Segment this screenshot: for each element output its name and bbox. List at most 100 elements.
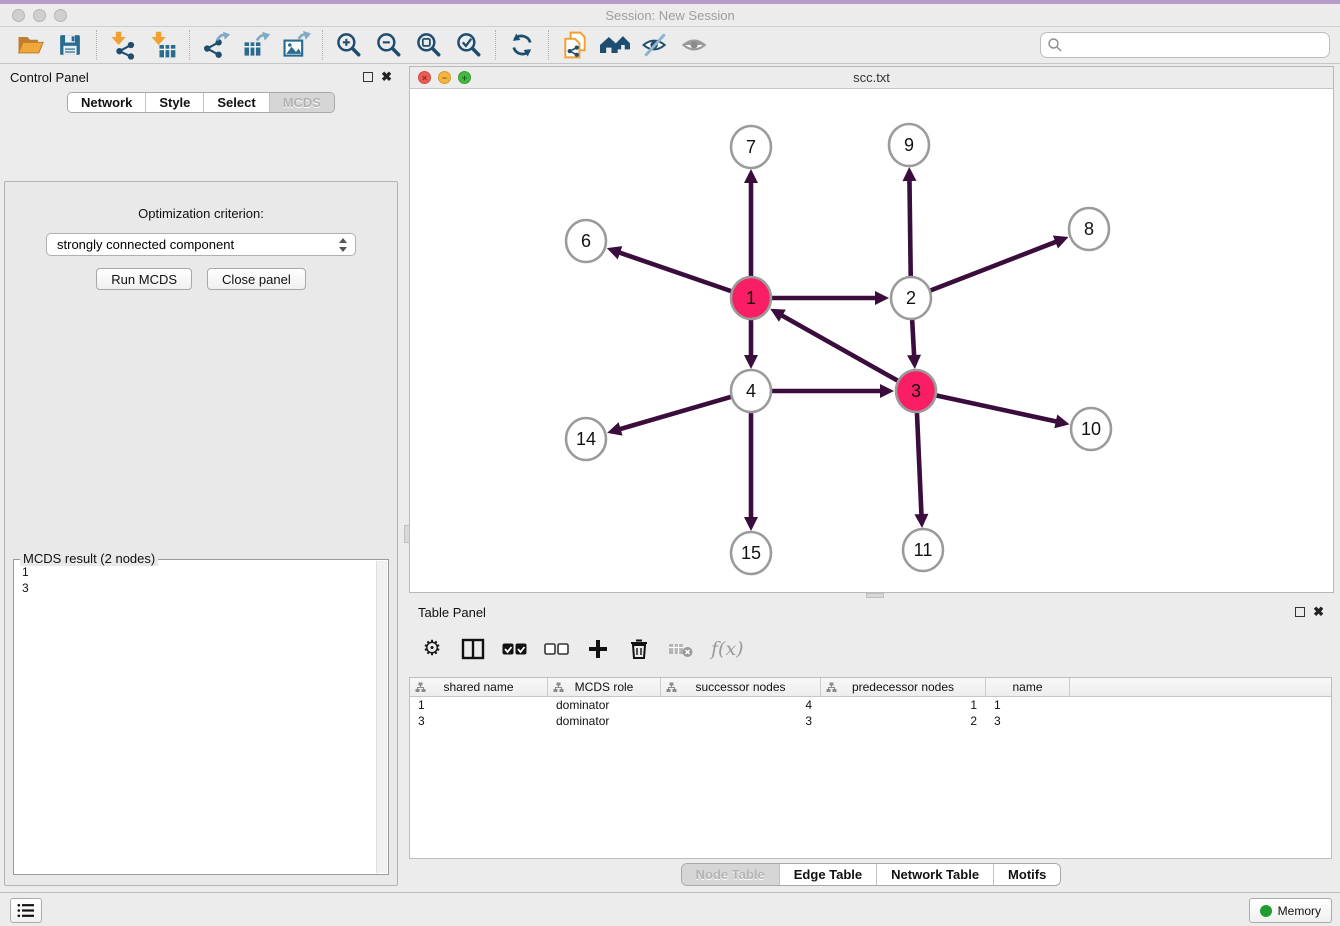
table-row[interactable]: 3dominator323 bbox=[410, 713, 1331, 729]
table-cell[interactable]: dominator bbox=[548, 697, 661, 713]
network-close-button[interactable]: × bbox=[418, 71, 431, 84]
close-panel-icon[interactable]: ✖ bbox=[1313, 607, 1324, 617]
open-session-icon[interactable] bbox=[10, 29, 50, 61]
graph-edge-2-8[interactable] bbox=[928, 241, 1058, 292]
table-cell[interactable]: 2 bbox=[821, 713, 986, 729]
column-header-MCDS-role[interactable]: MCDS role bbox=[548, 678, 661, 696]
graph-edge-arrow bbox=[744, 355, 758, 369]
window-accent-strip bbox=[0, 0, 1340, 4]
table-cell[interactable]: dominator bbox=[548, 713, 661, 729]
search-input[interactable] bbox=[1040, 32, 1330, 58]
table-toolbar: ⚙ bbox=[420, 631, 744, 667]
zoom-fit-icon[interactable] bbox=[409, 29, 449, 61]
save-session-icon[interactable] bbox=[50, 29, 90, 61]
status-bar: Memory bbox=[0, 892, 1340, 926]
export-image-icon[interactable] bbox=[276, 29, 316, 61]
criterion-dropdown-value: strongly connected component bbox=[57, 237, 234, 252]
float-panel-icon[interactable] bbox=[363, 72, 373, 82]
graph-edge-arrow bbox=[1054, 415, 1069, 429]
run-mcds-button[interactable]: Run MCDS bbox=[96, 268, 192, 290]
graph-edge-2-3[interactable] bbox=[912, 316, 914, 358]
zoom-selected-icon[interactable] bbox=[449, 29, 489, 61]
task-history-button[interactable] bbox=[10, 898, 42, 923]
refresh-view-icon[interactable] bbox=[502, 29, 542, 61]
graph-edge-4-14[interactable] bbox=[618, 396, 734, 430]
column-header-successor-nodes[interactable]: successor nodes bbox=[661, 678, 821, 696]
network-minimize-button[interactable]: − bbox=[438, 71, 451, 84]
column-visibility-icon[interactable] bbox=[461, 638, 485, 660]
graph-edge-1-6[interactable] bbox=[617, 252, 734, 292]
table-options-icon[interactable]: ⚙ bbox=[420, 638, 444, 660]
graph-edge-arrow bbox=[902, 167, 916, 181]
graph-node-label: 15 bbox=[741, 543, 761, 563]
table-cell[interactable]: 3 bbox=[410, 713, 548, 729]
tab-mcds[interactable]: MCDS bbox=[269, 93, 334, 112]
table-cell[interactable]: 1 bbox=[410, 697, 548, 713]
network-window-titlebar: × − + scc.txt bbox=[410, 67, 1333, 89]
float-panel-icon[interactable] bbox=[1295, 607, 1305, 617]
network-view-window: × − + scc.txt 7968124314101511 bbox=[409, 66, 1334, 593]
graph-edge-3-10[interactable] bbox=[934, 395, 1059, 422]
import-table-icon[interactable] bbox=[143, 29, 183, 61]
delete-table-icon bbox=[668, 640, 694, 658]
graph-edge-3-11[interactable] bbox=[917, 409, 922, 517]
column-header-shared-name[interactable]: shared name bbox=[410, 678, 548, 696]
table-cell[interactable]: 3 bbox=[661, 713, 821, 729]
tab-node-table[interactable]: Node Table bbox=[682, 864, 779, 885]
graph-edge-2-9[interactable] bbox=[909, 178, 910, 280]
window-titlebar: Session: New Session bbox=[0, 0, 1340, 27]
search-field-wrap bbox=[1040, 32, 1330, 58]
memory-status-icon bbox=[1260, 905, 1272, 917]
tab-style[interactable]: Style bbox=[145, 93, 203, 112]
memory-button[interactable]: Memory bbox=[1249, 898, 1332, 923]
zoom-in-icon[interactable] bbox=[329, 29, 369, 61]
toolbar-separator bbox=[322, 30, 323, 60]
function-builder-icon: f(x) bbox=[711, 638, 744, 660]
mcds-result-text: 1 3 bbox=[16, 564, 374, 872]
clone-network-icon[interactable] bbox=[555, 29, 595, 61]
criterion-dropdown[interactable]: strongly connected component bbox=[46, 233, 356, 256]
mcds-result-group: MCDS result (2 nodes) 1 3 bbox=[13, 559, 389, 875]
table-cell[interactable]: 1 bbox=[986, 697, 1070, 713]
control-panel: Control Panel ✖ NetworkStyleSelectMCDS O… bbox=[0, 64, 402, 892]
add-column-icon[interactable] bbox=[586, 639, 610, 659]
dropdown-stepper-icon bbox=[338, 237, 348, 253]
network-window-title: scc.txt bbox=[410, 67, 1333, 88]
hide-selected-icon[interactable] bbox=[635, 29, 675, 61]
show-all-icon[interactable] bbox=[675, 29, 715, 61]
close-panel-icon[interactable]: ✖ bbox=[381, 72, 392, 82]
home-layout-icon[interactable] bbox=[595, 29, 635, 61]
graph-edge-arrow bbox=[914, 514, 928, 528]
graph-node-label: 9 bbox=[904, 135, 914, 155]
network-canvas[interactable]: 7968124314101511 bbox=[410, 89, 1333, 592]
tab-select[interactable]: Select bbox=[203, 93, 268, 112]
network-maximize-button[interactable]: + bbox=[458, 71, 471, 84]
table-row[interactable]: 1dominator411 bbox=[410, 697, 1331, 713]
select-all-rows-icon[interactable] bbox=[502, 642, 527, 656]
tab-network-table[interactable]: Network Table bbox=[876, 864, 993, 885]
tab-motifs[interactable]: Motifs bbox=[993, 864, 1060, 885]
graph-edge-3-1[interactable] bbox=[780, 314, 901, 382]
export-table-icon[interactable] bbox=[236, 29, 276, 61]
pane-divider-handle[interactable] bbox=[404, 525, 410, 543]
table-cell[interactable]: 3 bbox=[986, 713, 1070, 729]
tab-network[interactable]: Network bbox=[68, 93, 145, 112]
graph-edge-arrow bbox=[907, 355, 921, 369]
table-cell[interactable]: 1 bbox=[821, 697, 986, 713]
main-area: Control Panel ✖ NetworkStyleSelectMCDS O… bbox=[0, 64, 1340, 892]
zoom-out-icon[interactable] bbox=[369, 29, 409, 61]
network-graph: 7968124314101511 bbox=[410, 89, 1333, 592]
close-panel-button[interactable]: Close panel bbox=[207, 268, 306, 290]
graph-edge-arrow bbox=[744, 517, 758, 531]
deselect-all-rows-icon[interactable] bbox=[544, 642, 569, 656]
tab-edge-table[interactable]: Edge Table bbox=[779, 864, 876, 885]
result-scrollbar[interactable] bbox=[376, 561, 387, 873]
graph-edge-arrow bbox=[607, 422, 622, 435]
pane-divider-handle[interactable] bbox=[866, 593, 884, 598]
export-network-icon[interactable] bbox=[196, 29, 236, 61]
delete-columns-icon[interactable] bbox=[627, 638, 651, 660]
table-cell[interactable]: 4 bbox=[661, 697, 821, 713]
column-header-name[interactable]: name bbox=[986, 678, 1070, 696]
import-network-icon[interactable] bbox=[103, 29, 143, 61]
column-header-predecessor-nodes[interactable]: predecessor nodes bbox=[821, 678, 986, 696]
